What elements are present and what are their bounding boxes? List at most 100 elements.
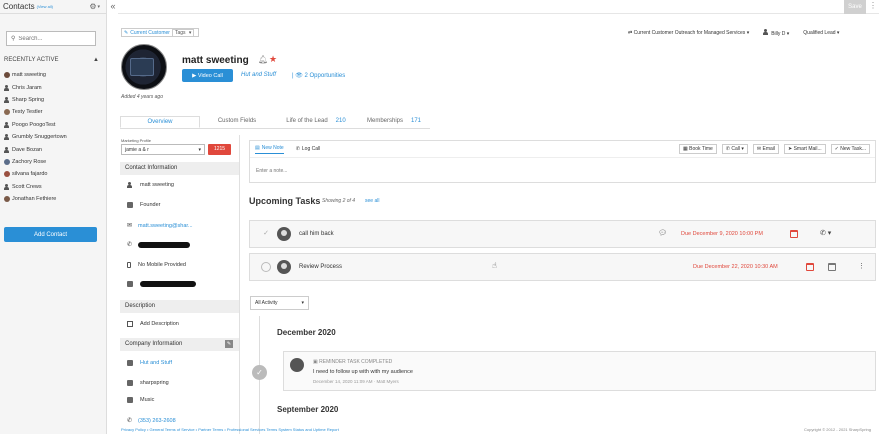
company-link[interactable]: Hut and Stuff [241, 72, 276, 78]
video-call-button[interactable]: ▶ Video Call [182, 69, 233, 82]
add-contact-button[interactable]: Add Contact [4, 227, 97, 242]
current-customer-tag[interactable]: Current Customer [130, 30, 170, 36]
task-row[interactable]: ✓ call him back 💬︎ Due December 9, 2020 … [249, 220, 876, 248]
company-website-row[interactable]: sharpspring [127, 380, 169, 386]
company-name-row[interactable]: Hut and Stuff [127, 360, 172, 366]
recently-active-label: RECENTLY ACTIVE [4, 57, 59, 63]
sidebar-contact-item[interactable]: Chris Jaram [4, 81, 104, 93]
avatar [4, 158, 10, 165]
marketing-profile-select[interactable]: jamie a & r ▾ [121, 144, 205, 155]
activity-body: I need to follow up with with my audienc… [313, 369, 413, 375]
tab-life-of-the-lead[interactable]: Life of the Lead 210 [274, 116, 358, 128]
tab-overview[interactable]: Overview [120, 116, 200, 128]
edit-icon[interactable]: ✎ [225, 340, 233, 348]
bell-icon[interactable]: 🔔︎ [258, 55, 268, 64]
full-name-row[interactable]: matt sweeting [127, 182, 174, 188]
tab-memberships[interactable]: Memberships 171 [358, 116, 430, 128]
log-call-tab[interactable]: ✆ Log Call [296, 146, 321, 152]
task-due-date: Due December 9, 2020 10:00 PM [681, 231, 763, 237]
chevron-down-icon: ▾ [198, 146, 201, 153]
sidebar-contact-name: Chris Jaram [12, 84, 42, 91]
document-icon [127, 321, 133, 327]
note-input[interactable] [256, 162, 868, 180]
title-row[interactable]: Founder [127, 202, 161, 208]
company-info-heading: Company Information ✎ [120, 338, 239, 351]
view-all-link[interactable]: (View all) [37, 4, 53, 9]
calendar-icon[interactable] [790, 230, 798, 238]
check-icon[interactable]: ✓ [261, 229, 271, 239]
sidebar-contact-item[interactable]: Jonathan Fethiere [4, 193, 104, 205]
globe-icon [127, 380, 133, 386]
sidebar-contact-item[interactable]: Zachory Rose [4, 156, 104, 168]
sidebar-contact-item[interactable]: Sharp Spring [4, 94, 104, 106]
sidebar-contact-item[interactable]: Testy Testler [4, 106, 104, 118]
note-composer: ▤ New Note ✆ Log Call ▦ Book Time ✆ Call ▾… [249, 140, 876, 183]
redacted-fax [140, 281, 196, 287]
tab-custom-fields[interactable]: Custom Fields [200, 116, 274, 128]
calendar-icon[interactable] [806, 263, 814, 271]
phone-icon[interactable]: ✆ ▾ [820, 229, 831, 237]
sidebar-contact-item[interactable]: matt sweeting [4, 69, 104, 81]
sidebar-contact-name: Grumbly Snuggertown [12, 134, 67, 141]
new-note-tab[interactable]: ▤ New Note [255, 145, 284, 154]
chevron-up-icon[interactable]: ▲ [93, 57, 99, 63]
activity-type: ▣ REMINDER TASK COMPLETED [313, 359, 393, 365]
sidebar-contact-name: Jonathan Fethiere [12, 196, 57, 203]
owner-select[interactable]: Billy D ▾ [763, 29, 789, 37]
star-icon[interactable]: ★ [269, 54, 277, 65]
phone-row[interactable]: ✆ [127, 241, 191, 248]
note-tabs: ▤ New Note ✆ Log Call ▦ Book Time ✆ Call ▾… [250, 141, 875, 158]
sidebar-contact-item[interactable]: Dave Bozan [4, 143, 104, 155]
calendar-icon[interactable] [828, 263, 836, 271]
top-bar: Save ⋮ [118, 0, 879, 14]
book-time-button[interactable]: ▦ Book Time [679, 144, 717, 154]
person-icon [127, 182, 132, 188]
search-box[interactable]: ⚲ [6, 31, 96, 46]
person-icon [763, 29, 769, 35]
email-row[interactable]: ✉ matt.sweeting@shar... [127, 222, 193, 230]
save-button[interactable]: Save [844, 0, 866, 14]
contact-name: matt sweeting [182, 55, 249, 66]
tag-icon [127, 397, 133, 403]
activity-meta: December 14, 2020 11:09 AM · Matt Myers [313, 379, 399, 384]
more-options-icon[interactable]: ⋮ [869, 1, 877, 10]
industry-row[interactable]: Music [127, 397, 154, 403]
task-row[interactable]: Review Process ☝︎ Due December 22, 2020 … [249, 253, 876, 281]
avatar [4, 72, 10, 79]
sidebar-contact-item[interactable]: Poogo PoogoTest [4, 119, 104, 131]
sidebar-contact-name: Sharp Spring [12, 96, 45, 103]
sidebar-contact-name: silvana fajardo [12, 171, 48, 178]
chevron-down-icon[interactable]: ▾ [97, 4, 100, 10]
call-button[interactable]: ✆ Call ▾ [721, 144, 748, 154]
lead-status-select[interactable]: Qualified Lead ▾ [803, 30, 839, 36]
check-icon: ✓ [252, 365, 267, 380]
new-task-button[interactable]: ✓ New Task... [830, 144, 870, 154]
mobile-row[interactable]: No Mobile Provided [127, 262, 186, 268]
company-phone-row[interactable]: ✆ (353) 263-2608 [127, 417, 176, 425]
smart-mail-button[interactable]: ➤ Smart Mail... [784, 144, 826, 154]
add-description-row[interactable]: Add Description [127, 321, 179, 327]
comment-icon[interactable]: 💬︎ [658, 229, 667, 237]
tag-row: ✎ Current Customer Tags ▾ [121, 28, 200, 37]
sidebar-contact-item[interactable]: silvana fajardo [4, 168, 104, 180]
see-all-link[interactable]: see all [365, 198, 379, 204]
gear-icon[interactable]: ⚙ [89, 2, 96, 11]
sidebar-contact-item[interactable]: Scott Crews [4, 181, 104, 193]
email-button[interactable]: ✉ Email [752, 144, 779, 154]
pipeline-select[interactable]: ⇄ Current Customer Outreach for Managed … [628, 30, 749, 36]
activity-filter-select[interactable]: All Activity ▾ [250, 296, 309, 310]
mobile-icon [127, 262, 131, 268]
tags-dropdown[interactable]: Tags ▾ [171, 28, 195, 37]
fax-row[interactable] [127, 281, 196, 287]
more-options-icon[interactable]: ⋮ [858, 262, 865, 270]
opportunities-link[interactable]: | 👁︎ 2 Opportunities [292, 72, 345, 79]
sidebar-contact-item[interactable]: Grumbly Snuggertown [4, 131, 104, 143]
contact-tabs: Overview Custom Fields Life of the Lead 2… [120, 116, 430, 129]
footer-links[interactable]: Privacy Policy • General Terms of Servic… [121, 427, 339, 432]
activity-card[interactable]: ▣ REMINDER TASK COMPLETED I need to foll… [283, 351, 876, 391]
sidebar-title: Contacts [3, 2, 35, 11]
search-input[interactable] [18, 35, 89, 42]
collapse-sidebar-icon[interactable]: « [108, 0, 118, 14]
check-icon[interactable] [261, 262, 271, 272]
contact-info-heading: Contact Information [120, 162, 239, 175]
